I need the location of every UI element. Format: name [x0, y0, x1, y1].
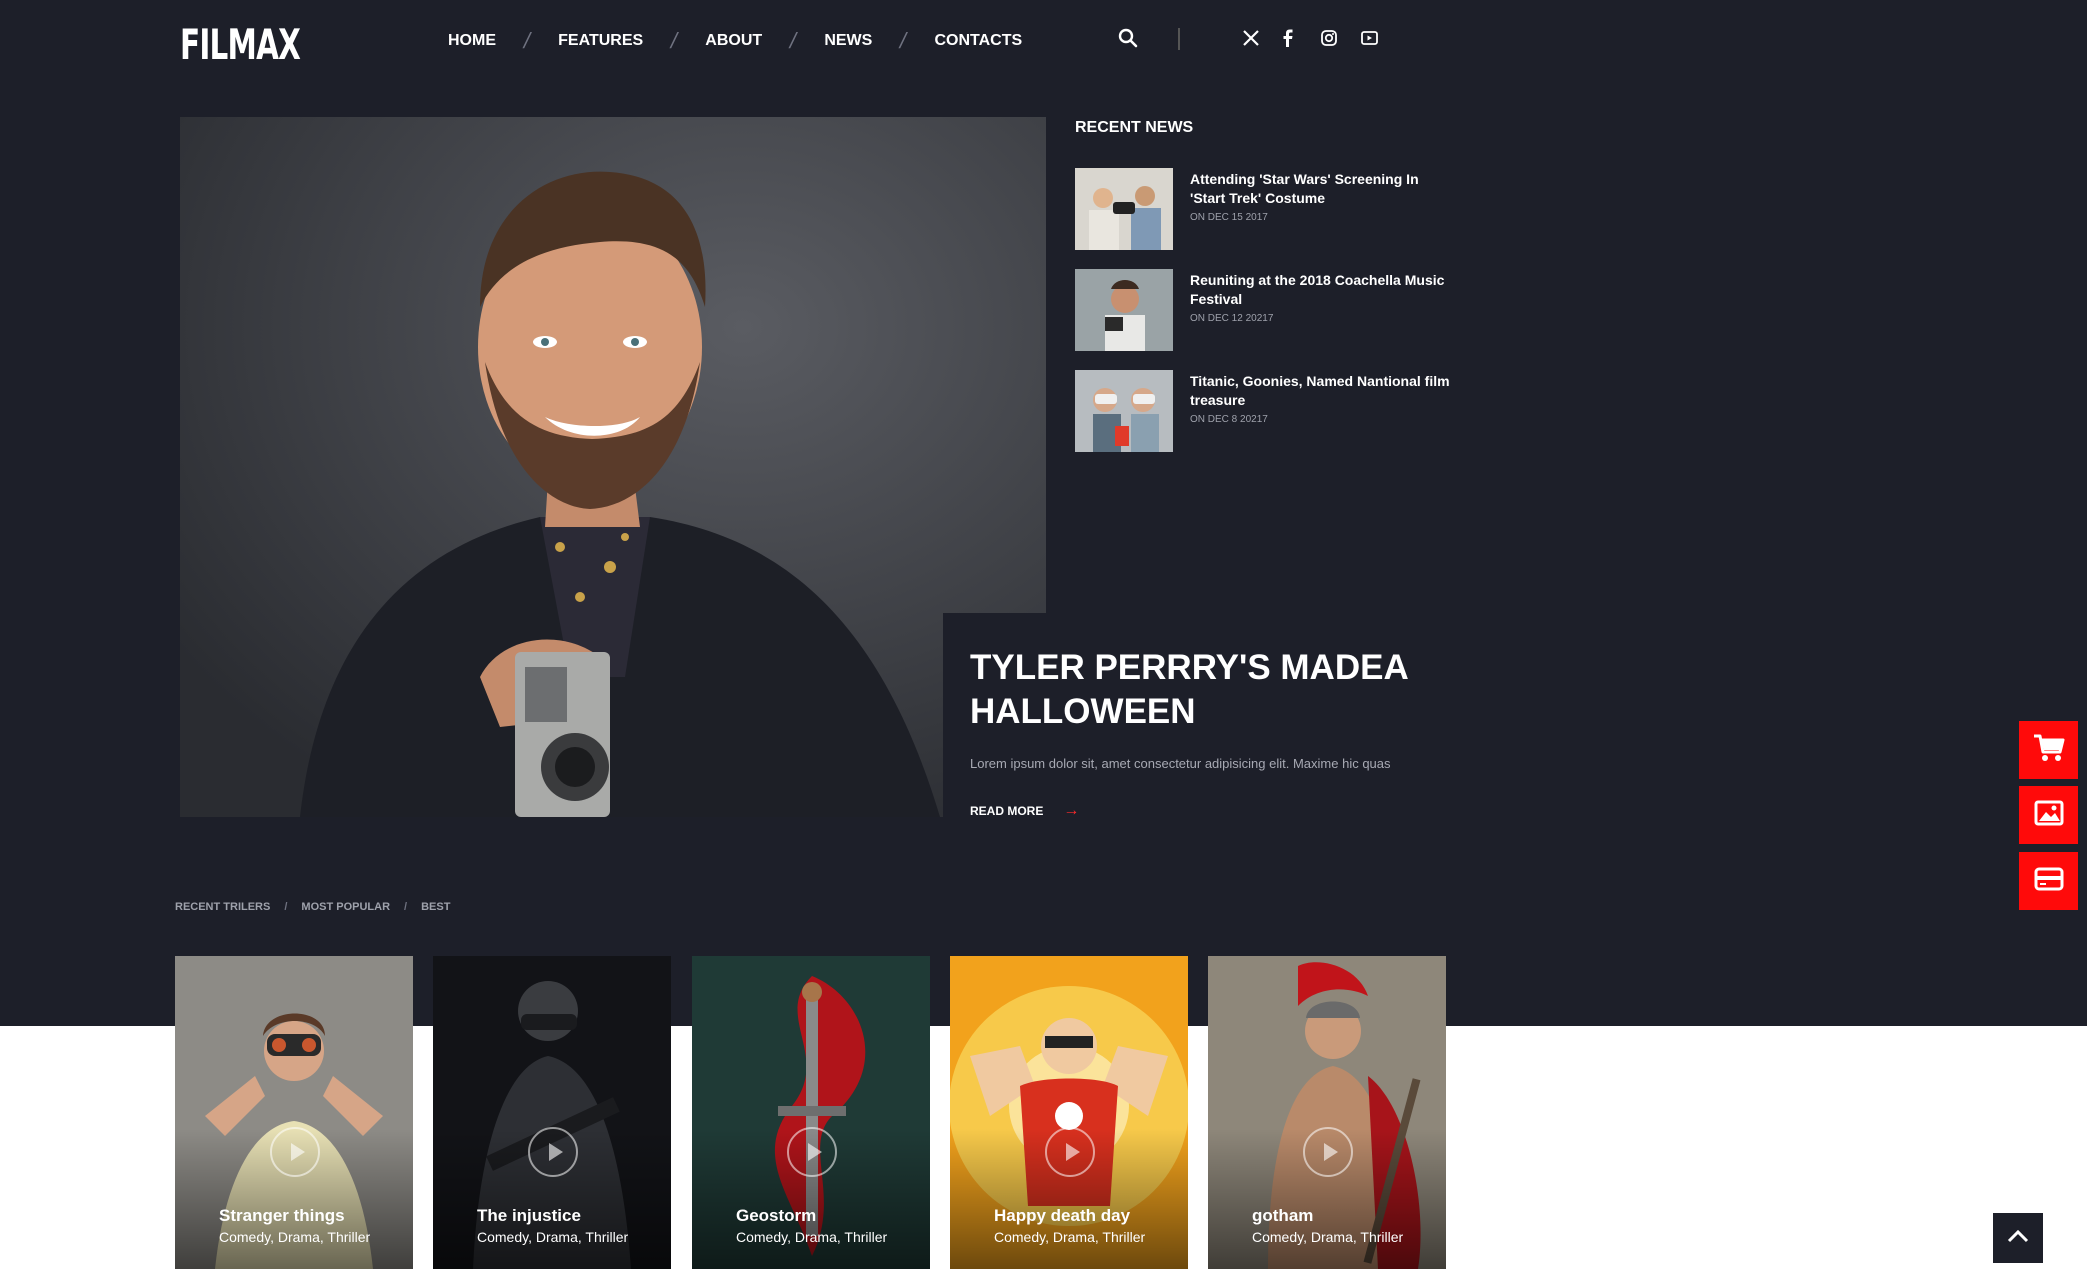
news-item[interactable]: Reuniting at the 2018 Coachella Music Fe… [1075, 269, 1455, 351]
news-item[interactable]: Attending 'Star Wars' Screening In 'Star… [1075, 168, 1455, 250]
news-title[interactable]: Reuniting at the 2018 Coachella Music Fe… [1190, 271, 1455, 309]
news-thumbnail[interactable] [1075, 370, 1173, 452]
news-thumbnail[interactable] [1075, 168, 1173, 250]
play-icon[interactable] [270, 1127, 320, 1177]
trailer-tabs: RECENT TRILERS / MOST POPULAR / BEST [175, 901, 450, 913]
gallery-icon [2034, 800, 2064, 831]
recent-news-heading: RECENT NEWS [1075, 119, 1194, 136]
play-icon[interactable] [1045, 1127, 1095, 1177]
search-icon[interactable] [1118, 28, 1142, 52]
play-icon[interactable] [528, 1127, 578, 1177]
movie-title[interactable]: Geostorm [736, 1206, 816, 1226]
cart-button[interactable] [2019, 721, 2078, 779]
movie-card[interactable]: Geostorm Comedy, Drama, Thriller [692, 956, 930, 1269]
movie-genres: Comedy, Drama, Thriller [477, 1229, 629, 1245]
tab-best[interactable]: BEST [421, 901, 450, 913]
nav-separator: / [787, 28, 800, 53]
nav-separator: / [897, 28, 910, 53]
tab-recent-trailers[interactable]: RECENT TRILERS [175, 901, 270, 913]
arrow-right-icon: → [1063, 802, 1080, 819]
tab-separator: / [404, 901, 408, 913]
chevron-up-icon [2007, 1229, 2029, 1248]
gallery-button[interactable] [2019, 786, 2078, 844]
read-more-link[interactable]: READ MORE → [970, 802, 1079, 820]
read-more-label: READ MORE [970, 804, 1044, 818]
news-date: ON DEC 12 20217 [1190, 313, 1274, 324]
movie-genres: Comedy, Drama, Thriller [994, 1229, 1146, 1245]
news-thumbnail[interactable] [1075, 269, 1173, 351]
site-logo[interactable]: FILMAX [180, 20, 301, 69]
nav-news[interactable]: NEWS [824, 32, 872, 50]
nav-contacts[interactable]: CONTACTS [934, 32, 1022, 50]
card-button[interactable] [2019, 852, 2078, 910]
nav-home[interactable]: HOME [448, 32, 496, 50]
cart-icon [2033, 733, 2065, 768]
movie-genres: Comedy, Drama, Thriller [1252, 1229, 1404, 1245]
nav-about[interactable]: ABOUT [705, 32, 762, 50]
youtube-icon[interactable] [1357, 26, 1381, 50]
hero-image[interactable] [180, 117, 1046, 817]
news-date: ON DEC 15 2017 [1190, 212, 1268, 223]
header-divider [1178, 28, 1180, 50]
news-title[interactable]: Titanic, Goonies, Named Nantional film t… [1190, 372, 1455, 410]
movie-genres: Comedy, Drama, Thriller [736, 1229, 888, 1245]
card-icon [2034, 867, 2064, 896]
tab-most-popular[interactable]: MOST POPULAR [301, 901, 390, 913]
movie-title[interactable]: Stranger things [219, 1206, 345, 1226]
back-to-top-button[interactable] [1993, 1213, 2043, 1263]
news-title[interactable]: Attending 'Star Wars' Screening In 'Star… [1190, 170, 1455, 208]
hero-description: Lorem ipsum dolor sit, amet consectetur … [970, 756, 1391, 771]
hero-title[interactable]: TYLER PERRRY'S MADEA HALLOWEEN [970, 646, 1440, 734]
main-nav: HOME / FEATURES / ABOUT / NEWS / CONTACT… [448, 28, 1022, 54]
news-item[interactable]: Titanic, Goonies, Named Nantional film t… [1075, 370, 1455, 452]
nav-separator: / [521, 28, 533, 53]
news-date: ON DEC 8 20217 [1190, 414, 1268, 425]
movie-genres: Comedy, Drama, Thriller [219, 1229, 371, 1245]
movie-card[interactable]: gotham Comedy, Drama, Thriller [1208, 956, 1446, 1269]
movie-title[interactable]: The injustice [477, 1206, 581, 1226]
movie-title[interactable]: gotham [1252, 1206, 1313, 1226]
play-icon[interactable] [787, 1127, 837, 1177]
instagram-icon[interactable] [1317, 26, 1341, 50]
movie-card[interactable]: Happy death day Comedy, Drama, Thriller [950, 956, 1188, 1269]
movie-title[interactable]: Happy death day [994, 1206, 1130, 1226]
x-icon[interactable] [1239, 26, 1263, 50]
movie-card[interactable]: The injustice Comedy, Drama, Thriller [433, 956, 671, 1269]
play-icon[interactable] [1303, 1127, 1353, 1177]
facebook-icon[interactable] [1275, 26, 1299, 50]
nav-separator: / [668, 28, 681, 53]
tab-separator: / [284, 901, 288, 913]
nav-features[interactable]: FEATURES [558, 32, 643, 50]
movie-card[interactable]: Stranger things Comedy, Drama, Thriller [175, 956, 413, 1269]
